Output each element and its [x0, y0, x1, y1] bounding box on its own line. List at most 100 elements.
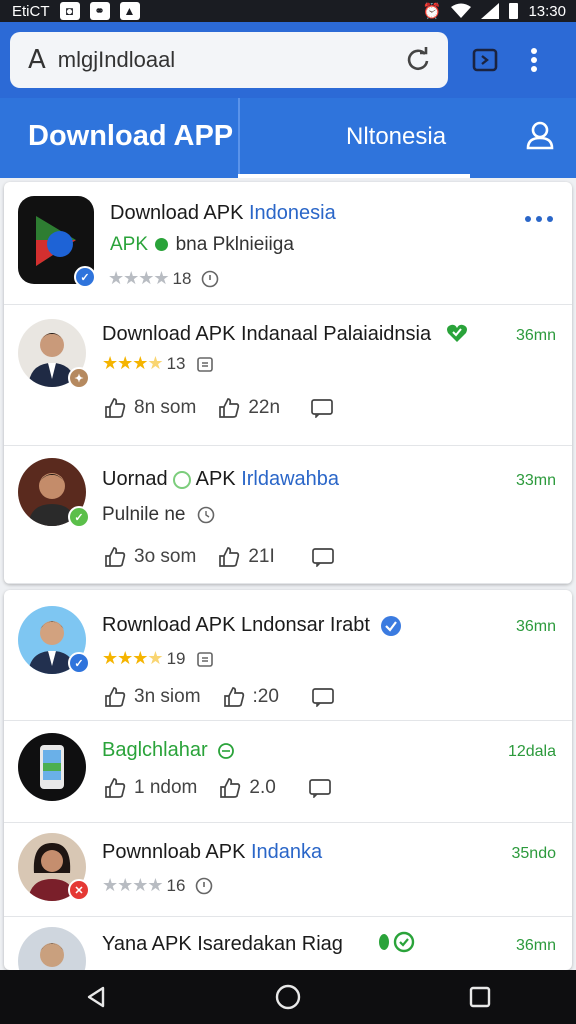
thumbs-up-icon: [219, 547, 240, 567]
alert-badge-icon: ✕: [68, 879, 90, 901]
comment-icon: [311, 399, 333, 418]
post-time: 35ndo: [511, 845, 557, 862]
clock-icon: [197, 506, 215, 524]
thumbs-up-icon: [220, 778, 241, 798]
post-rating: ★★★★ 16: [102, 875, 213, 896]
app-subtitle: APK bna Pklnieiiga: [110, 234, 294, 255]
verified-badge-icon: ✓: [68, 652, 90, 674]
status-icons: [376, 931, 416, 958]
post-actions: 3o som 21I: [104, 546, 365, 568]
comment-button[interactable]: [308, 778, 340, 798]
more-vert-icon: [531, 48, 537, 72]
post-item[interactable]: ✕ Pownnloab APK Indanka 35ndo ★★★★ 16: [4, 823, 572, 915]
browser-toolbar: A mlgjIndloaal: [0, 22, 576, 98]
post-title: Download APK Indanaal Palaiaidnsia: [102, 323, 432, 345]
more-options-icon[interactable]: [524, 210, 554, 228]
link-notification-icon: ⚭: [89, 2, 110, 20]
verified-icon: [380, 615, 401, 636]
carrier-label: EtiCT: [12, 2, 50, 20]
tab-indonesia[interactable]: Nltonesia: [346, 123, 446, 151]
feed-card: ✓ Rownload APK Lndonsar Irabt 36mn ★★★★ 1…: [4, 590, 572, 970]
thumbs-up-icon: [105, 687, 126, 707]
green-check-icon: [173, 470, 192, 489]
post-title: Yana APK Isaredakan Riag: [102, 933, 343, 955]
info-icon: [196, 877, 213, 895]
info-icon: [202, 270, 219, 288]
address-bar[interactable]: A mlgjIndloaal: [10, 32, 448, 88]
thumbs-up-icon: [105, 547, 126, 567]
reshare-button[interactable]: :20: [223, 686, 279, 708]
app-title: Download APP: [28, 120, 234, 152]
comment-button[interactable]: [311, 687, 343, 707]
post-actions: 3n siom :20: [104, 686, 365, 708]
like-button[interactable]: 1 ndom: [104, 777, 197, 799]
reload-button[interactable]: [402, 44, 434, 76]
post-item[interactable]: Yana APK Isaredakan Riag 36mn: [4, 917, 572, 970]
app-title-text: Download APK Indonesia: [110, 202, 336, 224]
tabs-icon: [472, 48, 498, 72]
like-button[interactable]: 3o som: [104, 546, 196, 568]
post-actions: 1 ndom 2.0: [104, 777, 362, 799]
system-nav-bar: [0, 970, 576, 1024]
thumbs-up-icon: [105, 778, 126, 798]
post-time: 12dala: [507, 743, 556, 760]
back-icon: [87, 986, 105, 1008]
recents-button[interactable]: [460, 977, 500, 1017]
status-bar: EtiCT ◘ ⚭ ▲ ⏰ 13:30: [0, 0, 576, 22]
divider: [4, 583, 572, 584]
wifi-icon: [451, 3, 472, 18]
post-time: 36mn: [515, 937, 556, 954]
like-button[interactable]: 8n som: [104, 397, 196, 419]
app-rating: ★★★★ 18: [108, 268, 219, 289]
post-time: 33mn: [515, 472, 556, 489]
post-rating: ★★★★ 19: [102, 648, 214, 669]
post-item[interactable]: Baglchlahar 12dala 1 ndom 2.0: [4, 721, 572, 821]
comment-icon: [308, 779, 331, 798]
notification-icon: ◘: [59, 2, 80, 20]
alarm-icon: ⏰: [422, 3, 442, 20]
back-button[interactable]: [76, 977, 116, 1017]
verified-badge-icon: ✓: [68, 506, 90, 528]
app-item[interactable]: ✓ Download APK Indonesia APK bna Pklniei…: [4, 182, 572, 304]
avatar: [18, 733, 86, 801]
signal-icon: [481, 3, 500, 19]
post-item[interactable]: ✓ Rownload APK Lndonsar Irabt 36mn ★★★★ 1…: [4, 590, 572, 718]
comment-button[interactable]: [310, 398, 342, 418]
app-header: Download APP Nltonesia: [0, 98, 576, 178]
comment-icon: [311, 548, 334, 567]
url-text[interactable]: mlgjIndloaal: [58, 47, 402, 73]
site-info-icon[interactable]: A: [28, 45, 46, 75]
post-time: 36mn: [515, 618, 556, 635]
avatar: [18, 927, 86, 970]
verified-badge-icon: ✓: [74, 266, 96, 288]
reshare-button[interactable]: 22n: [218, 397, 280, 419]
green-check-icon: [155, 238, 169, 252]
heart-icon[interactable]: [446, 323, 468, 343]
user-icon: [526, 121, 554, 150]
post-item[interactable]: ✦ Download APK Indanaal Palaiaidnsia 36m…: [4, 305, 572, 445]
badge-icon: [196, 357, 213, 373]
post-title: Pownnloab APK Indanka: [102, 841, 323, 863]
post-actions: 8n som 22n: [104, 397, 364, 419]
comment-button[interactable]: [311, 547, 343, 567]
header-divider: [238, 98, 240, 178]
thumbs-up-icon: [105, 398, 126, 418]
reshare-button[interactable]: 21I: [218, 546, 275, 568]
thumbs-up-icon: [219, 398, 240, 418]
overflow-menu-button[interactable]: [524, 45, 544, 75]
refresh-icon: [218, 742, 235, 759]
badge-icon: [196, 652, 213, 668]
home-button[interactable]: [268, 977, 308, 1017]
feed-card: ✓ Download APK Indonesia APK bna Pklniei…: [4, 182, 572, 584]
download-notification-icon: ▲: [119, 2, 140, 20]
tabs-button[interactable]: [470, 45, 500, 75]
clock: 13:30: [528, 2, 566, 20]
like-button[interactable]: 3n siom: [104, 686, 201, 708]
profile-button[interactable]: [524, 120, 556, 152]
thumbs-up-icon: [223, 687, 244, 707]
home-icon: [275, 984, 301, 1010]
comment-icon: [312, 688, 334, 707]
reshare-button[interactable]: 2.0: [219, 777, 276, 799]
reload-icon: [407, 47, 429, 71]
post-title: Uornad APK Irldawahba: [102, 468, 340, 490]
